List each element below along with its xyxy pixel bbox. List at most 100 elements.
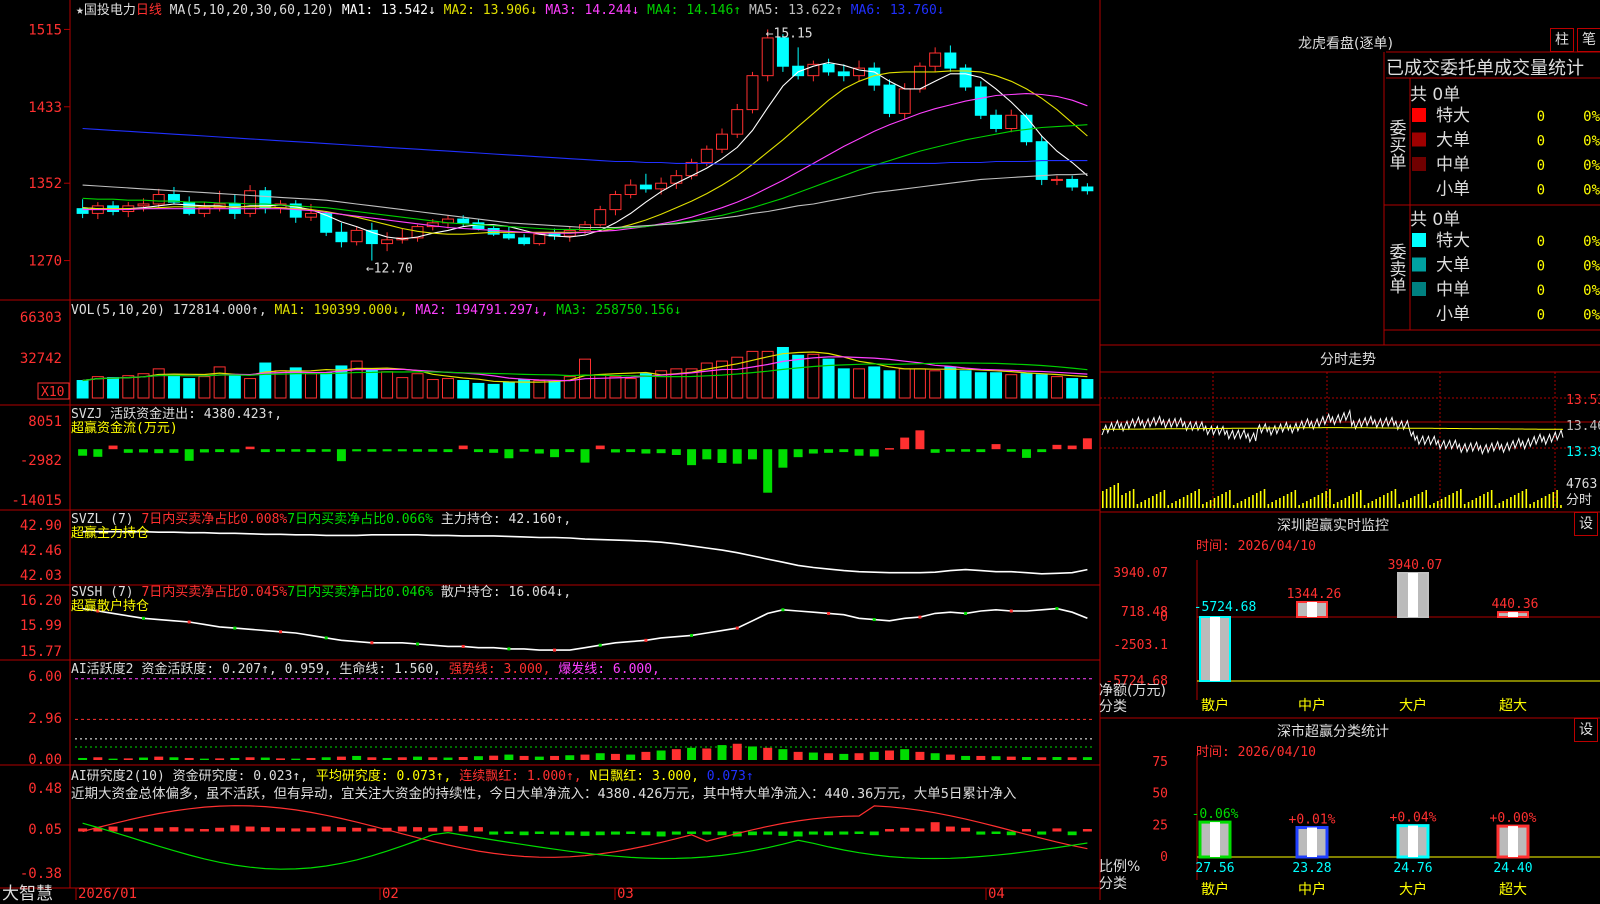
fund-flow-bar bbox=[321, 449, 331, 452]
fenshi-vol-bar bbox=[1121, 495, 1123, 508]
candle bbox=[700, 148, 713, 163]
research-bar bbox=[961, 827, 971, 832]
monitor-time: 时间: 2026/04/10 bbox=[1196, 539, 1316, 554]
fenshi-vol-bar bbox=[1190, 493, 1193, 508]
research-bar bbox=[1037, 831, 1047, 835]
activity-bar bbox=[78, 757, 88, 760]
fenshi-price-2: 13.39 bbox=[1566, 445, 1600, 460]
volume-bar bbox=[91, 376, 104, 399]
main-canvas[interactable]: 1515 1433 1352 1270 ★国投电力日线 MA(5,10,20,30,60… bbox=[0, 0, 1600, 900]
fenshi-vol-bar bbox=[1113, 485, 1116, 508]
classify-settings-button[interactable]: 设 bbox=[1574, 718, 1598, 742]
ma-line-MA6 bbox=[82, 127, 1088, 165]
tick-view-button[interactable]: 笔 bbox=[1577, 28, 1600, 52]
fenshi-vol-bar bbox=[1244, 499, 1247, 508]
monitor-category-1: 中户 bbox=[1298, 697, 1326, 714]
fenshi-vol-bar bbox=[1529, 504, 1531, 508]
volume-bar bbox=[365, 368, 378, 399]
volume-bar bbox=[259, 362, 272, 399]
fenshi-vol-bar bbox=[1336, 502, 1339, 508]
activity-bar bbox=[778, 749, 788, 760]
fund-flow-bar bbox=[306, 449, 316, 453]
ai1-header: AI活跃度2 资金活跃度: 0.207↑, 0.959, 生命线: 1.560,… bbox=[71, 661, 660, 677]
classify-value-1: 23.28 bbox=[1292, 861, 1331, 876]
fund-flow-bar bbox=[961, 449, 971, 452]
research-bar bbox=[489, 831, 499, 835]
monitor-value-0: -5724.68 bbox=[1194, 600, 1257, 615]
order-swatch bbox=[1412, 157, 1426, 171]
volume-bar bbox=[274, 370, 287, 399]
fenshi-vol-bar bbox=[1344, 498, 1347, 508]
svzl-subtitle: 超赢主力持仓 bbox=[71, 525, 149, 541]
research-bar bbox=[443, 826, 453, 832]
research-bar bbox=[458, 825, 468, 832]
candle bbox=[913, 65, 926, 90]
volume-bar bbox=[533, 380, 546, 399]
fenshi-vol-bar bbox=[1325, 491, 1327, 508]
candle bbox=[304, 212, 317, 218]
research-bar bbox=[154, 827, 164, 832]
vol-header: VOL(5,10,20) 172814.000↑, MA1: 190399.00… bbox=[71, 303, 682, 318]
fenshi-vol-bar bbox=[1490, 490, 1493, 508]
fenshi-vol-bar bbox=[1163, 490, 1166, 508]
month-label-3: 04 bbox=[988, 886, 1005, 900]
activity-bar bbox=[824, 753, 834, 760]
ai1-tick-1: 2.96 bbox=[28, 711, 62, 727]
fenshi-vol-bar bbox=[1463, 504, 1466, 508]
activity-bar bbox=[184, 757, 194, 760]
order-swatch bbox=[1412, 132, 1426, 147]
research-bar bbox=[580, 831, 590, 836]
research-bar bbox=[367, 828, 377, 832]
volume-bar bbox=[761, 350, 774, 399]
classify-change-1: +0.01% bbox=[1289, 813, 1336, 828]
monitor-bar-shine-0 bbox=[1210, 617, 1220, 681]
sell-total: 共 0单 bbox=[1410, 210, 1461, 230]
low-price-label: ←12.70 bbox=[366, 262, 413, 277]
fenshi-vol-bar bbox=[1333, 504, 1335, 508]
activity-bar bbox=[1082, 757, 1092, 760]
candle bbox=[244, 190, 257, 214]
volume-bar bbox=[457, 380, 470, 399]
fund-flow-bar bbox=[976, 449, 986, 453]
volume-bar bbox=[1081, 379, 1094, 399]
fund-flow-bar bbox=[824, 449, 834, 453]
research-bar bbox=[808, 831, 818, 835]
activity-bar bbox=[245, 757, 255, 760]
classify-value-2: 24.76 bbox=[1393, 861, 1432, 876]
fenshi-vol-bar bbox=[1109, 487, 1112, 508]
activity-bar bbox=[291, 758, 301, 760]
fund-flow-bar bbox=[382, 449, 392, 452]
fenshi-vol-bar bbox=[1248, 497, 1250, 508]
fenshi-vol-bar bbox=[1379, 497, 1381, 508]
volume-bar bbox=[624, 378, 637, 399]
fenshi-vol-bar bbox=[1510, 497, 1512, 508]
classify-time: 时间: 2026/04/10 bbox=[1196, 745, 1316, 760]
column-view-button[interactable]: 柱 bbox=[1550, 28, 1574, 52]
research-bar bbox=[123, 827, 133, 832]
month-label-1: 02 bbox=[382, 886, 399, 900]
activity-bar bbox=[610, 753, 620, 760]
research-bar bbox=[641, 831, 651, 836]
research-bar bbox=[702, 831, 712, 835]
monitor-title: 深圳超赢实时监控 bbox=[1277, 518, 1389, 534]
svsh-tick-0: 16.20 bbox=[20, 593, 62, 609]
activity-bar bbox=[276, 758, 286, 760]
volume-bar bbox=[381, 371, 394, 399]
fenshi-vol-bar bbox=[1452, 493, 1454, 508]
activity-bar bbox=[900, 749, 910, 760]
activity-bar bbox=[489, 755, 499, 760]
research-bar bbox=[976, 831, 986, 835]
fenshi-vol-bar bbox=[1506, 499, 1508, 508]
fund-flow-bar bbox=[78, 449, 88, 456]
lhb-title: 龙虎看盘(逐单) bbox=[1298, 36, 1393, 52]
classify-category-2: 大户 bbox=[1399, 881, 1427, 898]
fund-flow-bar bbox=[565, 449, 575, 453]
volume-bar bbox=[213, 366, 226, 399]
fund-flow-bar bbox=[230, 449, 240, 453]
monitor-settings-button[interactable]: 设 bbox=[1574, 512, 1598, 536]
classify-value-3: 24.40 bbox=[1493, 861, 1532, 876]
brand-logo[interactable]: 大智慧 bbox=[2, 879, 53, 904]
fenshi-vol-bar bbox=[1102, 491, 1104, 508]
order-swatch bbox=[1412, 257, 1426, 272]
fenshi-vol-bar bbox=[1136, 504, 1139, 508]
